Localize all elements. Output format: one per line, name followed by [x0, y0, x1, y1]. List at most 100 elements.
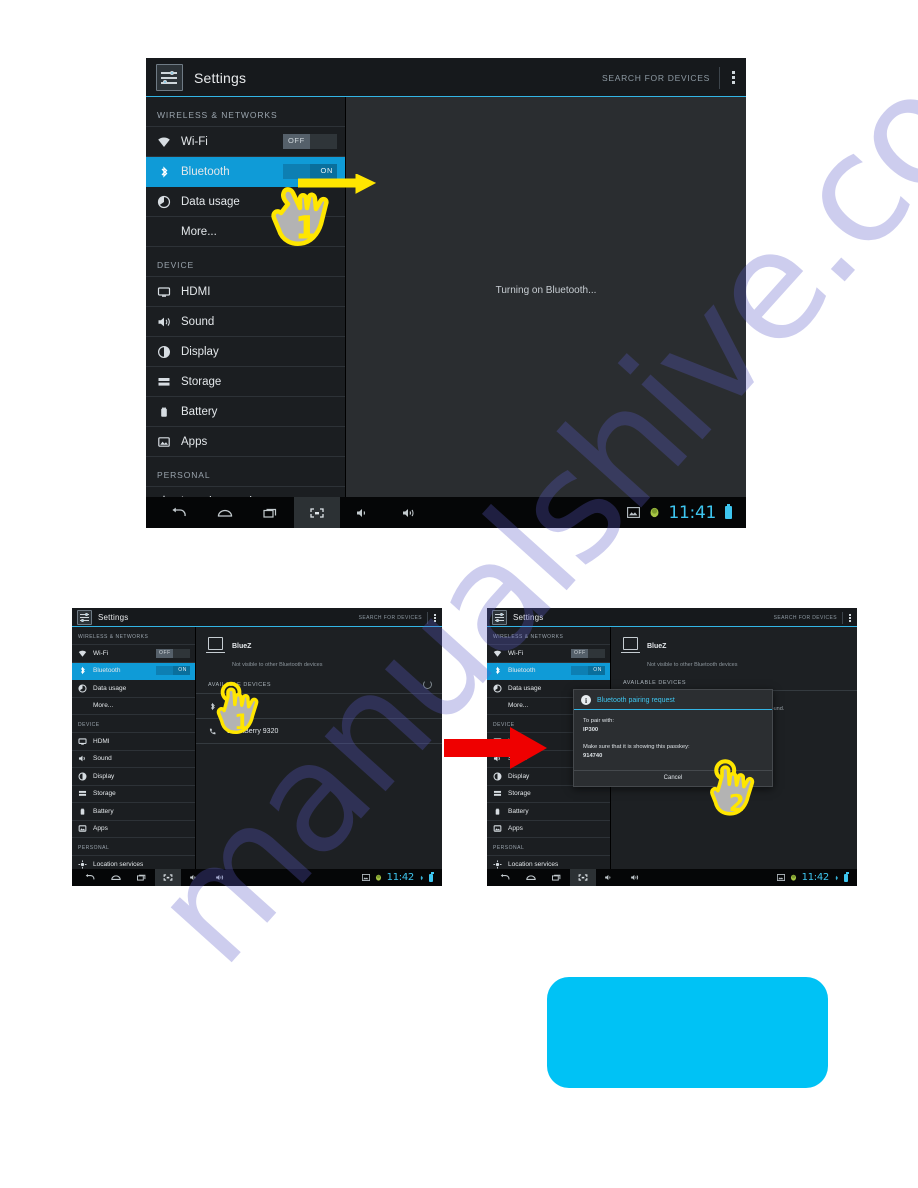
- wifi-toggle[interactable]: OFF: [571, 648, 605, 658]
- wifi-toggle[interactable]: OFF: [156, 648, 190, 658]
- sidebar-item-wifi[interactable]: Wi-Fi OFF: [72, 645, 195, 663]
- bluetooth-toggle[interactable]: ON: [283, 164, 337, 179]
- app-header: Settings SEARCH FOR DEVICES: [146, 58, 746, 97]
- search-for-devices-button[interactable]: SEARCH FOR DEVICES: [602, 73, 719, 83]
- sidebar-item-data-usage[interactable]: Data usage: [72, 680, 195, 698]
- search-for-devices-button[interactable]: SEARCH FOR DEVICES: [774, 615, 842, 621]
- android-icon[interactable]: [790, 874, 797, 882]
- back-icon[interactable]: [492, 869, 518, 886]
- screenshot-taken-icon[interactable]: [776, 874, 785, 881]
- dialog-actions: Cancel: [574, 770, 772, 786]
- monitor-icon: [78, 737, 87, 746]
- sidebar-item-location-services[interactable]: Location services: [72, 856, 195, 869]
- recents-icon[interactable]: [129, 869, 155, 886]
- recents-icon[interactable]: [544, 869, 570, 886]
- sidebar-item-display[interactable]: Display: [72, 768, 195, 786]
- section-header-personal: PERSONAL: [487, 838, 610, 856]
- sidebar-item-data-usage[interactable]: Data usage: [146, 187, 345, 217]
- overflow-menu-icon[interactable]: [843, 613, 857, 622]
- sidebar-item-storage[interactable]: Storage: [146, 367, 345, 397]
- wifi-toggle-label: OFF: [288, 136, 305, 145]
- home-icon[interactable]: [202, 497, 248, 528]
- settings-sidebar: WIRELESS & NETWORKS Wi-Fi OFF Bluetooth: [146, 97, 346, 497]
- sidebar-label-wifi: Wi-Fi: [181, 135, 208, 148]
- sidebar-item-wifi[interactable]: Wi-Fi OFF: [487, 645, 610, 663]
- sidebar-label-apps: Apps: [93, 825, 108, 833]
- section-header-personal: PERSONAL: [146, 457, 345, 487]
- recents-icon[interactable]: [248, 497, 294, 528]
- sidebar-item-apps[interactable]: Apps: [487, 821, 610, 838]
- bluetooth-toggle[interactable]: ON: [156, 666, 190, 676]
- sidebar-label-display: Display: [181, 345, 219, 358]
- overflow-menu-icon[interactable]: [428, 613, 442, 622]
- back-icon[interactable]: [77, 869, 103, 886]
- volume-down-icon[interactable]: [596, 869, 622, 886]
- sidebar-item-apps[interactable]: Apps: [72, 821, 195, 838]
- sidebar-item-sound[interactable]: Sound: [72, 751, 195, 768]
- sidebar-item-battery[interactable]: Battery: [72, 803, 195, 821]
- scanning-spinner-icon: [423, 680, 432, 689]
- wifi-icon: [493, 649, 502, 658]
- own-device-visibility: Not visible to other Bluetooth devices: [647, 662, 738, 668]
- device-list-item[interactable]: BlackBerry 9320: [196, 719, 442, 744]
- search-for-devices-button[interactable]: SEARCH FOR DEVICES: [359, 615, 427, 621]
- sidebar-item-battery[interactable]: Battery: [487, 803, 610, 821]
- android-icon[interactable]: [375, 874, 382, 882]
- android-icon[interactable]: [649, 507, 660, 519]
- sidebar-label-more: More...: [93, 702, 114, 710]
- sidebar-item-sound[interactable]: Sound: [146, 307, 345, 337]
- screenshot-taken-icon[interactable]: [361, 874, 370, 881]
- home-icon[interactable]: [518, 869, 544, 886]
- sidebar-item-bluetooth[interactable]: Bluetooth ON: [72, 662, 195, 680]
- sidebar-item-storage[interactable]: Storage: [487, 786, 610, 803]
- screenshot-icon[interactable]: [570, 869, 596, 886]
- battery-icon: [493, 807, 502, 816]
- device-list-item[interactable]: IP300: [196, 694, 442, 719]
- sidebar-item-bluetooth[interactable]: Bluetooth ON: [146, 157, 345, 187]
- volume-up-icon[interactable]: [386, 497, 432, 528]
- apps-icon: [493, 824, 502, 833]
- sidebar-item-location-services[interactable]: Location services: [146, 487, 345, 497]
- own-device-row[interactable]: BlueZ Not visible to other Bluetooth dev…: [611, 627, 857, 678]
- sidebar-item-battery[interactable]: Battery: [146, 397, 345, 427]
- own-device-row[interactable]: BlueZ Not visible to other Bluetooth dev…: [196, 627, 442, 678]
- bluetooth-toggle[interactable]: ON: [571, 666, 605, 676]
- overflow-menu-icon[interactable]: [720, 71, 746, 84]
- bluetooth-status-text: Turning on Bluetooth...: [495, 285, 597, 296]
- sidebar-label-battery: Battery: [181, 405, 218, 418]
- sidebar-item-wifi[interactable]: Wi-Fi OFF: [146, 127, 345, 157]
- sidebar-item-hdmi[interactable]: HDMI: [146, 277, 345, 307]
- phone-icon: [208, 727, 218, 736]
- wifi-icon: [78, 649, 87, 658]
- laptop-icon: [206, 637, 225, 653]
- volume-up-icon[interactable]: [622, 869, 648, 886]
- own-device-name: BlueZ: [647, 643, 667, 650]
- sidebar-item-more[interactable]: More...: [146, 217, 345, 247]
- dialog-title: Bluetooth pairing request: [597, 696, 675, 704]
- sidebar-item-apps[interactable]: Apps: [146, 427, 345, 457]
- app-body-left: WIRELESS & NETWORKS Wi-Fi OFF Bluetooth: [72, 627, 442, 869]
- sidebar-item-bluetooth[interactable]: Bluetooth ON: [487, 662, 610, 680]
- volume-down-icon[interactable]: [181, 869, 207, 886]
- home-icon[interactable]: [103, 869, 129, 886]
- sidebar-item-more[interactable]: More...: [72, 698, 195, 715]
- screenshot-icon[interactable]: [294, 497, 340, 528]
- back-icon[interactable]: [156, 497, 202, 528]
- volume-up-icon[interactable]: [207, 869, 233, 886]
- sidebar-item-display[interactable]: Display: [146, 337, 345, 367]
- passkey-label: Make sure that it is showing this passke…: [583, 743, 690, 750]
- sidebar-item-hdmi[interactable]: HDMI: [72, 733, 195, 751]
- cancel-button[interactable]: Cancel: [664, 775, 683, 781]
- dialog-title-bar: i Bluetooth pairing request: [574, 690, 772, 710]
- section-header-device: DEVICE: [146, 247, 345, 277]
- wifi-toggle[interactable]: OFF: [283, 134, 337, 149]
- available-devices-header: AVAILABLE DEVICES: [196, 678, 442, 694]
- volume-down-icon[interactable]: [340, 497, 386, 528]
- screenshot-icon[interactable]: [155, 869, 181, 886]
- clock: 11:42: [386, 872, 415, 883]
- bluetooth-status-icon: [419, 874, 424, 882]
- screenshot-taken-icon[interactable]: [626, 507, 640, 518]
- sidebar-item-location-services[interactable]: Location services: [487, 856, 610, 869]
- header-actions: SEARCH FOR DEVICES: [602, 58, 746, 97]
- sidebar-item-storage[interactable]: Storage: [72, 786, 195, 803]
